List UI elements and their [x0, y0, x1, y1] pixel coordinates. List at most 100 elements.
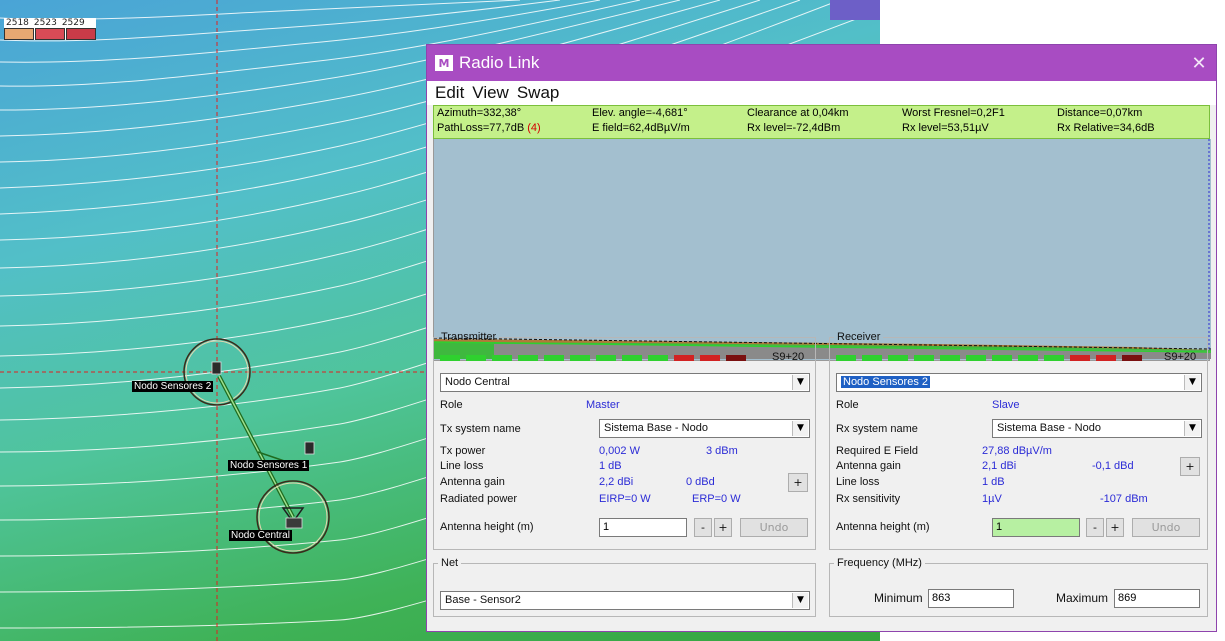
- rx-unit-select[interactable]: Nodo Sensores 2 ▼: [836, 373, 1202, 392]
- menu-view[interactable]: View: [472, 83, 509, 103]
- tx-system-label: Tx system name: [440, 423, 521, 435]
- legend-label-2: 2523: [33, 18, 57, 28]
- elevation-legend: 2518 2523 2529: [4, 18, 96, 40]
- net-select[interactable]: Base - Sensor2 ▼: [440, 591, 810, 610]
- node-sensores1-marker[interactable]: [304, 441, 315, 455]
- node-label-sensores2[interactable]: Nodo Sensores 2: [132, 381, 214, 392]
- rx-sensitivity-label: Rx sensitivity: [836, 493, 901, 505]
- transmitter-group: Transmitter S9+20 Nodo Central ▼ Role Ma…: [433, 331, 816, 550]
- rx-antenna-gain-dbi: 2,1 dBi: [982, 460, 1017, 472]
- tx-eirp: EIRP=0 W: [599, 493, 651, 505]
- tx-height-plus-button[interactable]: +: [714, 518, 732, 537]
- menu-edit[interactable]: Edit: [435, 83, 464, 103]
- rx-height-label: Antenna height (m): [836, 521, 930, 533]
- rx-signal-meter: [836, 355, 1146, 362]
- net-group: Net Base - Sensor2 ▼: [433, 557, 816, 617]
- terrain-profile[interactable]: [433, 139, 1211, 361]
- legend-label-1: 2518: [6, 18, 29, 28]
- rx-system-select[interactable]: Sistema Base - Nodo ▼: [992, 419, 1202, 438]
- tx-antenna-gain-label: Antenna gain: [440, 476, 505, 488]
- info-fresnel: Worst Fresnel=0,2F1: [902, 107, 1005, 119]
- legend-swatch-1: [4, 28, 34, 40]
- chevron-down-icon[interactable]: ▼: [1184, 421, 1200, 436]
- info-clearance: Clearance at 0,04km: [747, 107, 849, 119]
- tx-line-loss-value: 1 dB: [599, 460, 622, 472]
- rx-line-loss-label: Line loss: [836, 476, 880, 488]
- rx-height-input[interactable]: 1: [992, 518, 1080, 537]
- rx-sensitivity-uv: 1µV: [982, 493, 1002, 505]
- info-efield: E field=62,4dBµV/m: [592, 122, 690, 134]
- frequency-group: Frequency (MHz) Minimum 863 Maximum 869: [829, 557, 1208, 617]
- net-title: Net: [441, 557, 459, 569]
- frequency-min-input[interactable]: 863: [928, 589, 1014, 608]
- rx-antenna-add-button[interactable]: +: [1180, 457, 1200, 476]
- terrain-profile-graphic: [434, 139, 1211, 359]
- rx-unit-value: Nodo Sensores 2: [841, 376, 930, 388]
- link-info-bar: Azimuth=332,38° Elev. angle=-4,681° Clea…: [433, 105, 1210, 139]
- radio-link-app-icon: M: [435, 55, 453, 71]
- map-edge-strip: [830, 0, 880, 20]
- menu-swap[interactable]: Swap: [517, 83, 560, 103]
- chevron-down-icon[interactable]: ▼: [1184, 375, 1200, 390]
- frequency-max-input[interactable]: 869: [1114, 589, 1200, 608]
- radio-link-line: [217, 375, 306, 518]
- info-rx-level-uv: Rx level=53,51µV: [902, 122, 989, 134]
- info-azimuth: Azimuth=332,38°: [437, 107, 522, 119]
- chevron-down-icon[interactable]: ▼: [792, 421, 808, 436]
- tx-system-value: Sistema Base - Nodo: [604, 422, 708, 434]
- radio-link-window: M Radio Link ✕ Edit View Swap Azimuth=33…: [426, 44, 1217, 632]
- tx-signal-meter: [440, 355, 750, 362]
- window-titlebar[interactable]: M Radio Link ✕: [427, 45, 1216, 81]
- info-elevation: Elev. angle=-4,681°: [592, 107, 688, 119]
- tx-radiated-label: Radiated power: [440, 493, 518, 505]
- tx-erp: ERP=0 W: [692, 493, 741, 505]
- tx-line-loss-label: Line loss: [440, 460, 484, 472]
- legend-swatch-3: [66, 28, 96, 40]
- rx-height-minus-button[interactable]: -: [1086, 518, 1104, 537]
- info-pathloss-value: PathLoss=77,7dB: [437, 122, 525, 134]
- frequency-title: Frequency (MHz): [837, 557, 922, 569]
- tx-undo-button[interactable]: Undo: [740, 518, 808, 537]
- tx-height-minus-button[interactable]: -: [694, 518, 712, 537]
- frequency-max-label: Maximum: [1056, 591, 1109, 605]
- rx-antenna-gain-label: Antenna gain: [836, 460, 901, 472]
- net-value: Base - Sensor2: [445, 594, 521, 606]
- rx-height-plus-button[interactable]: +: [1106, 518, 1124, 537]
- tx-height-input[interactable]: 1: [599, 518, 687, 537]
- rx-antenna-gain-dbd: -0,1 dBd: [1092, 460, 1134, 472]
- rx-undo-button[interactable]: Undo: [1132, 518, 1200, 537]
- tx-antenna-gain-dbd: 0 dBd: [686, 476, 715, 488]
- tx-system-select[interactable]: Sistema Base - Nodo ▼: [599, 419, 810, 438]
- rx-sensitivity-dbm: -107 dBm: [1100, 493, 1148, 505]
- tx-unit-select[interactable]: Nodo Central ▼: [440, 373, 810, 392]
- rx-system-label: Rx system name: [836, 423, 918, 435]
- tx-meter-label: S9+20: [772, 351, 805, 363]
- node-label-central[interactable]: Nodo Central: [229, 530, 292, 541]
- rx-req-field-value: 27,88 dBµV/m: [982, 445, 1052, 457]
- legend-swatch-2: [35, 28, 65, 40]
- tx-power-label: Tx power: [440, 445, 486, 457]
- rx-meter-label: S9+20: [1164, 351, 1197, 363]
- chevron-down-icon[interactable]: ▼: [792, 593, 808, 608]
- rx-req-field-label: Required E Field: [836, 445, 918, 457]
- info-distance: Distance=0,07km: [1057, 107, 1143, 119]
- tx-antenna-add-button[interactable]: +: [788, 473, 808, 492]
- info-rx-relative: Rx Relative=34,6dB: [1057, 122, 1155, 134]
- info-pathloss-flag: (4): [527, 122, 541, 134]
- tx-antenna-gain-dbi: 2,2 dBi: [599, 476, 634, 488]
- tx-height-label: Antenna height (m): [440, 521, 534, 533]
- info-pathloss: PathLoss=77,7dB (4): [434, 121, 589, 136]
- chevron-down-icon[interactable]: ▼: [792, 375, 808, 390]
- close-icon[interactable]: ✕: [1182, 53, 1216, 74]
- rx-role-label: Role: [836, 399, 859, 411]
- info-rx-level-dbm: Rx level=-72,4dBm: [747, 122, 841, 134]
- rx-line-loss-value: 1 dB: [982, 476, 1005, 488]
- rx-system-value: Sistema Base - Nodo: [997, 422, 1101, 434]
- window-title: Radio Link: [459, 53, 540, 72]
- node-label-sensores1[interactable]: Nodo Sensores 1: [228, 460, 310, 471]
- rx-role-value: Slave: [992, 399, 1020, 411]
- receiver-title: Receiver: [837, 331, 881, 343]
- tx-power-w: 0,002 W: [599, 445, 640, 457]
- legend-label-3: 2529: [61, 18, 85, 28]
- tx-role-value: Master: [586, 399, 620, 411]
